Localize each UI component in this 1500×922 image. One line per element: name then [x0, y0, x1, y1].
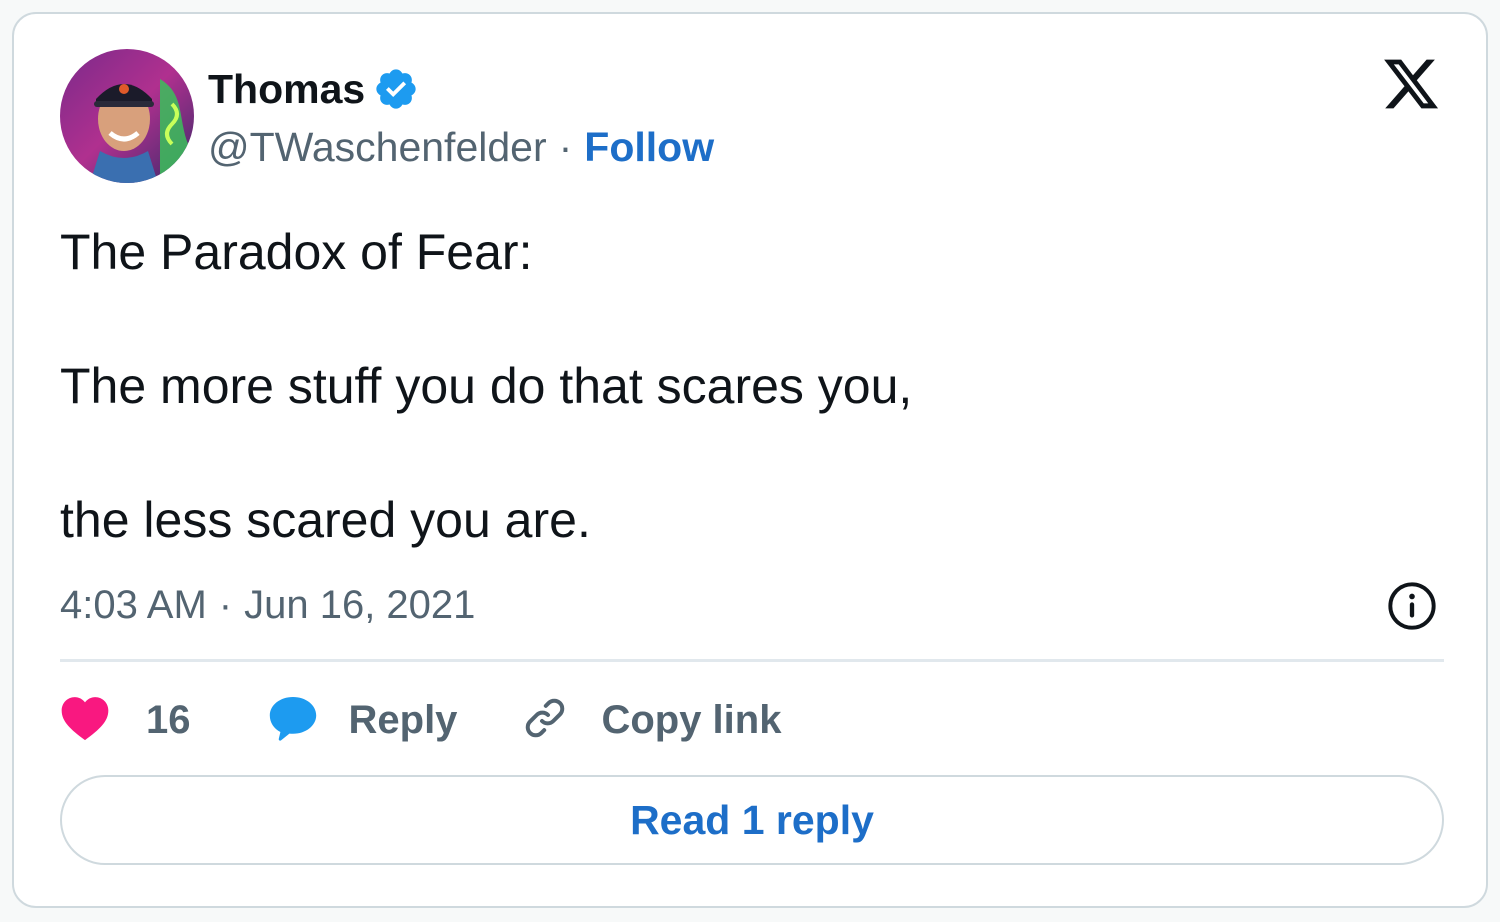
copy-link-button[interactable]: Copy link	[521, 694, 781, 747]
tweet-timestamp[interactable]: 4:03 AM · Jun 16, 2021	[60, 580, 475, 630]
author-handle[interactable]: @TWaschenfelder	[208, 122, 547, 172]
tweet-date: Jun 16, 2021	[244, 582, 476, 627]
copy-link-label: Copy link	[601, 697, 782, 742]
speech-bubble-icon	[267, 694, 319, 747]
tweet-time: 4:03 AM	[60, 582, 207, 627]
reply-button[interactable]: Reply	[267, 694, 458, 747]
tweet-line: The Paradox of Fear:	[60, 224, 533, 280]
avatar-photo	[60, 49, 194, 183]
author-handle-row: @TWaschenfelder · Follow	[208, 122, 714, 172]
tweet-line: the less scared you are.	[60, 492, 591, 548]
reply-label: Reply	[348, 697, 458, 742]
divider	[60, 659, 1444, 662]
author-name-row: Thomas	[208, 64, 419, 114]
separator-dot: ·	[558, 124, 573, 170]
action-bar: 16 Reply Copy link	[60, 690, 781, 750]
like-button[interactable]: 16	[60, 695, 191, 746]
avatar[interactable]	[60, 49, 194, 183]
link-icon	[521, 694, 569, 747]
tweet-line: The more stuff you do that scares you,	[60, 358, 913, 414]
x-logo-icon[interactable]	[1380, 54, 1442, 114]
read-replies-button[interactable]: Read 1 reply	[60, 775, 1444, 865]
read-replies-label: Read 1 reply	[630, 796, 874, 843]
tweet-text: The Paradox of Fear: The more stuff you …	[60, 219, 1440, 554]
heart-icon	[60, 695, 110, 746]
author-display-name[interactable]: Thomas	[208, 64, 365, 114]
separator-dot: ·	[218, 582, 233, 627]
follow-button[interactable]: Follow	[584, 122, 714, 172]
tweet-embed-card: Thomas @TWaschenfelder · Follow The Para…	[12, 12, 1488, 908]
verified-badge-icon	[373, 66, 419, 112]
like-count: 16	[146, 697, 191, 742]
info-icon[interactable]	[1386, 580, 1438, 632]
